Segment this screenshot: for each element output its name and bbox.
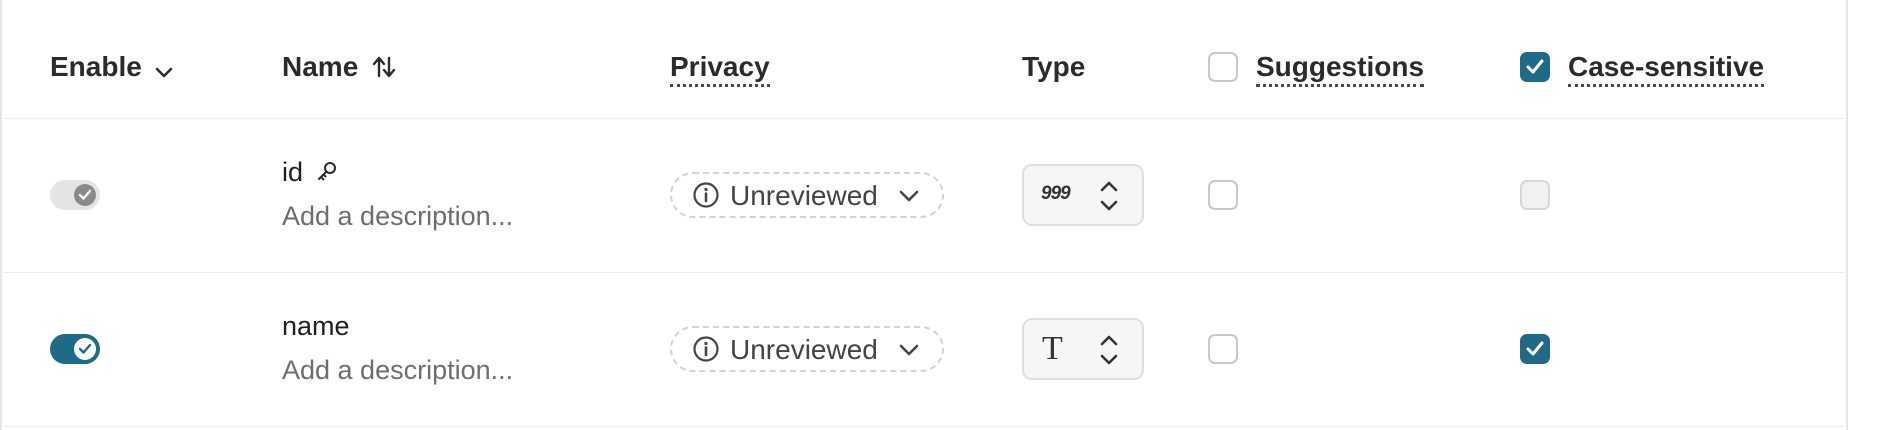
privacy-value: Unreviewed — [730, 334, 878, 365]
suggestions-select-all-checkbox[interactable] — [1208, 52, 1238, 82]
toggle-knob — [74, 184, 96, 206]
header-divider — [4, 118, 1844, 119]
case-sensitive-checkbox[interactable] — [1520, 180, 1550, 210]
description-input[interactable]: Add a description... — [282, 354, 513, 386]
row-divider — [4, 426, 1844, 427]
case-sensitive-column-header[interactable]: Case-sensitive — [1568, 50, 1765, 87]
check-icon — [1526, 59, 1544, 74]
chevron-down-icon — [899, 344, 919, 356]
description-input[interactable]: Add a description... — [282, 200, 513, 232]
enable-toggle[interactable] — [50, 334, 100, 364]
check-icon — [78, 189, 92, 200]
suggestions-header-label: Suggestions — [1256, 51, 1425, 87]
field-name: name — [282, 311, 350, 341]
name-header-label: Name — [282, 51, 359, 82]
chevron-down-icon — [899, 190, 919, 202]
key-icon — [318, 162, 337, 181]
privacy-value: Unreviewed — [730, 180, 878, 211]
sort-icon — [372, 56, 395, 78]
suggestions-checkbox[interactable] — [1208, 180, 1238, 210]
privacy-select[interactable]: Unreviewed — [670, 326, 944, 372]
privacy-column-header[interactable]: Privacy — [670, 50, 770, 87]
type-header-label: Type — [1022, 51, 1086, 82]
text-icon: T — [1042, 330, 1063, 367]
check-icon — [78, 343, 92, 354]
check-icon — [1526, 341, 1544, 356]
case-sensitive-checkbox[interactable] — [1520, 334, 1550, 364]
chevron-up-down-icon — [1100, 335, 1118, 365]
type-select[interactable]: T — [1022, 318, 1144, 380]
number-icon: 999 — [1041, 183, 1071, 204]
type-select[interactable]: 999 — [1022, 164, 1144, 226]
chevron-up-down-icon — [1100, 181, 1118, 211]
info-icon — [693, 182, 719, 208]
toggle-knob — [74, 338, 96, 360]
privacy-header-label: Privacy — [670, 51, 770, 87]
privacy-select[interactable]: Unreviewed — [670, 172, 944, 218]
case-sensitive-select-all-checkbox[interactable] — [1520, 52, 1550, 82]
enable-toggle[interactable] — [50, 180, 100, 210]
fields-table: Enable Name Privacy Type Suggestions Cas… — [0, 0, 1848, 430]
case-sensitive-header-label: Case-sensitive — [1568, 51, 1765, 87]
name-column-header[interactable]: Name — [282, 50, 397, 84]
suggestions-column-header[interactable]: Suggestions — [1256, 50, 1425, 87]
row-divider — [4, 272, 1844, 273]
enable-header-label: Enable — [50, 51, 142, 82]
field-name-cell: id — [282, 156, 339, 188]
type-column-header: Type — [1022, 50, 1085, 84]
field-name: id — [282, 157, 304, 187]
enable-column-header[interactable]: Enable — [50, 50, 174, 84]
info-icon — [693, 336, 719, 362]
field-name-cell: name — [282, 310, 350, 342]
suggestions-checkbox[interactable] — [1208, 334, 1238, 364]
chevron-down-icon — [155, 67, 173, 78]
